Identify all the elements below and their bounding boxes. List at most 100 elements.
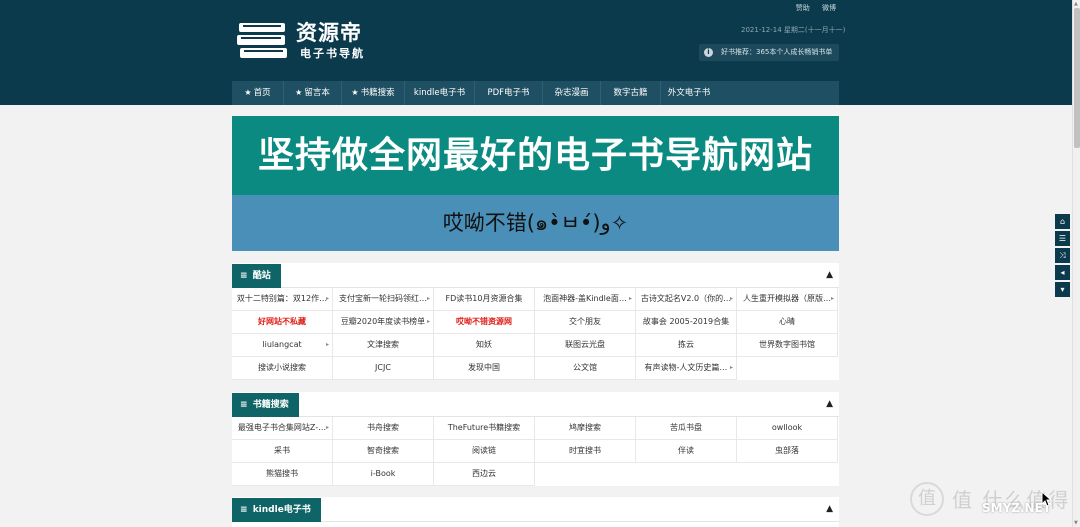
dropdown-arrow-icon: ▸ <box>325 341 329 348</box>
dropdown-arrow-icon: ▸ <box>325 295 329 302</box>
link-cell[interactable]: owllook <box>737 417 838 440</box>
nav-item[interactable]: ★ 首页 <box>232 81 284 105</box>
link-label: 交个朋友 <box>569 317 601 326</box>
section-tab[interactable]: ≡ 酷站 <box>232 264 281 288</box>
weibo-link[interactable]: 微博 <box>822 4 836 12</box>
dropdown-arrow-icon: ▸ <box>830 295 834 302</box>
collapse-icon[interactable]: ▲ <box>826 270 833 280</box>
link-cell[interactable]: 交个朋友 <box>535 311 636 334</box>
link-cell[interactable]: 泡面神器-盖Kindle面… ▸ <box>535 288 636 311</box>
link-cell[interactable]: TheFuture书籍搜索 <box>434 417 535 440</box>
link-cell[interactable]: 苦瓜书盘 <box>636 417 737 440</box>
link-label: 公文馆 <box>573 363 597 372</box>
banner-tagline: 哎呦不错(๑•̀ㅂ•́)و✧ <box>232 195 839 251</box>
link-cell[interactable]: 有声读物-人文历史篇… ▸ <box>636 357 737 380</box>
nav-item-label: 留言本 <box>304 88 330 98</box>
side-toolbar: ⌂ ☰ ⤨ ◂ ▾ <box>1055 214 1070 299</box>
home-icon[interactable]: ⌂ <box>1055 214 1070 229</box>
menu-icon: ≡ <box>240 505 248 515</box>
link-cell[interactable]: liulangcat ▸ <box>232 334 333 357</box>
link-cell[interactable]: 智奇搜索 <box>333 440 434 463</box>
link-label: FD读书10月资源合集 <box>445 294 523 303</box>
link-label: 伴读 <box>678 446 694 455</box>
nav-item-label: kindle电子书 <box>413 88 466 98</box>
dropdown-arrow-icon: ▸ <box>729 295 733 302</box>
dropdown-arrow-icon: ▸ <box>729 364 733 371</box>
menu-icon: ≡ <box>240 271 248 281</box>
link-cell[interactable]: 采书 <box>232 440 333 463</box>
link-cell[interactable]: 搜读小说搜索 <box>232 357 333 380</box>
link-cell[interactable]: 伴读 <box>636 440 737 463</box>
nav-item[interactable]: ★ 留言本 <box>284 81 342 105</box>
link-cell[interactable]: 鸠摩搜索 <box>535 417 636 440</box>
shuffle-icon[interactable]: ⤨ <box>1055 248 1070 263</box>
link-label: 哎呦不错资源网 <box>456 317 512 326</box>
banner[interactable]: 坚持做全网最好的电子书导航网站 哎呦不错(๑•̀ㅂ•́)و✧ <box>232 116 839 251</box>
link-cell[interactable]: 虫部落 <box>737 440 838 463</box>
link-label: 熊猫搜书 <box>266 469 298 478</box>
section-tab[interactable]: ≡ kindle电子书 <box>232 498 321 522</box>
link-cell[interactable]: 豆瓣2020年度读书榜单 ▸ <box>333 311 434 334</box>
link-label: 书舟搜索 <box>367 423 399 432</box>
link-cell[interactable]: 书舟搜索 <box>333 417 434 440</box>
link-label: 西边云 <box>472 469 496 478</box>
scroll-up-icon[interactable]: ▲ <box>1074 1 1078 7</box>
nav-item[interactable]: ★ 书籍搜索 <box>342 81 405 105</box>
link-cell[interactable]: 人生重开模拟器（原版… ▸ <box>737 288 838 311</box>
link-cell[interactable]: 古诗文起名V2.0（你的… ▸ <box>636 288 737 311</box>
nav-item[interactable]: 外文电子书 <box>661 81 717 105</box>
link-cell[interactable]: 故事会 2005-2019合集 <box>636 311 737 334</box>
notice-bar[interactable]: i 好书推荐：365本个人成长畅销书单 <box>699 44 839 61</box>
link-cell[interactable]: 拣云 <box>636 334 737 357</box>
collapse-icon[interactable]: ▲ <box>826 504 833 514</box>
share-icon[interactable]: ◂ <box>1055 265 1070 280</box>
nav-item[interactable]: 数字古籍 <box>601 81 661 105</box>
info-icon: i <box>704 48 713 57</box>
link-label: 故事会 2005-2019合集 <box>642 317 730 326</box>
nav-item[interactable]: 杂志漫画 <box>543 81 601 105</box>
link-cell[interactable]: 西边云 <box>434 463 535 486</box>
link-label: 泡面神器-盖Kindle面… <box>543 294 627 303</box>
link-cell[interactable]: 熊猫搜书 <box>232 463 333 486</box>
link-cell[interactable]: 公文馆 <box>535 357 636 380</box>
section-tab[interactable]: ≡ 书籍搜索 <box>232 393 299 417</box>
link-cell[interactable]: 发现中国 <box>434 357 535 380</box>
collapse-icon[interactable]: ▲ <box>826 399 833 409</box>
link-cell[interactable]: 心晴 <box>737 311 838 334</box>
section-kindle: ≡ kindle电子书 ▲ <box>232 497 839 527</box>
link-label: 古诗文起名V2.0（你的… <box>640 294 732 303</box>
link-cell[interactable]: 联图云光盘 <box>535 334 636 357</box>
logo-title: 资源帝 <box>296 21 362 45</box>
link-cell[interactable]: 哎呦不错资源网 <box>434 311 535 334</box>
scroll-thumb[interactable] <box>1074 8 1080 148</box>
down-icon[interactable]: ▾ <box>1055 282 1070 297</box>
link-cell[interactable]: 时宜搜书 <box>535 440 636 463</box>
scrollbar[interactable]: ▲ ▼ <box>1072 0 1080 527</box>
section-title: 书籍搜索 <box>252 400 289 410</box>
link-cell[interactable]: i-Book <box>333 463 434 486</box>
site-logo[interactable]: 资源帝 电子书导航 <box>236 17 376 63</box>
list-icon[interactable]: ☰ <box>1055 231 1070 246</box>
link-cell[interactable]: 好网站不私藏 <box>232 311 333 334</box>
link-cell[interactable]: 文津搜索 <box>333 334 434 357</box>
mouse-cursor-icon <box>1041 491 1053 507</box>
nav-item[interactable]: PDF电子书 <box>475 81 543 105</box>
nav-item-label: 杂志漫画 <box>554 88 589 98</box>
nav-item[interactable]: kindle电子书 <box>405 81 475 105</box>
link-label: 心晴 <box>779 317 795 326</box>
star-icon: ★ <box>295 88 303 97</box>
link-cell[interactable]: 最强电子书合集网站Z-… ▸ <box>232 417 333 440</box>
scroll-down-icon[interactable]: ▼ <box>1074 520 1078 526</box>
link-cell[interactable]: 阅读链 <box>434 440 535 463</box>
dropdown-arrow-icon: ▸ <box>628 295 632 302</box>
link-cell[interactable]: JCJC <box>333 357 434 380</box>
link-cell[interactable]: 双十二特别篇：双12作… ▸ <box>232 288 333 311</box>
link-cell[interactable]: 支付宝新一轮扫码领红… ▸ <box>333 288 434 311</box>
link-cell[interactable]: FD读书10月资源合集 <box>434 288 535 311</box>
link-cell[interactable]: 世界数字图书馆 <box>737 334 838 357</box>
section-header: ≡ kindle电子书 ▲ <box>232 497 839 522</box>
sponsor-link[interactable]: 赞助 <box>796 4 810 12</box>
section-title: 酷站 <box>252 271 271 281</box>
logo-subtitle: 电子书导航 <box>300 47 365 60</box>
link-cell[interactable]: 知妖 <box>434 334 535 357</box>
